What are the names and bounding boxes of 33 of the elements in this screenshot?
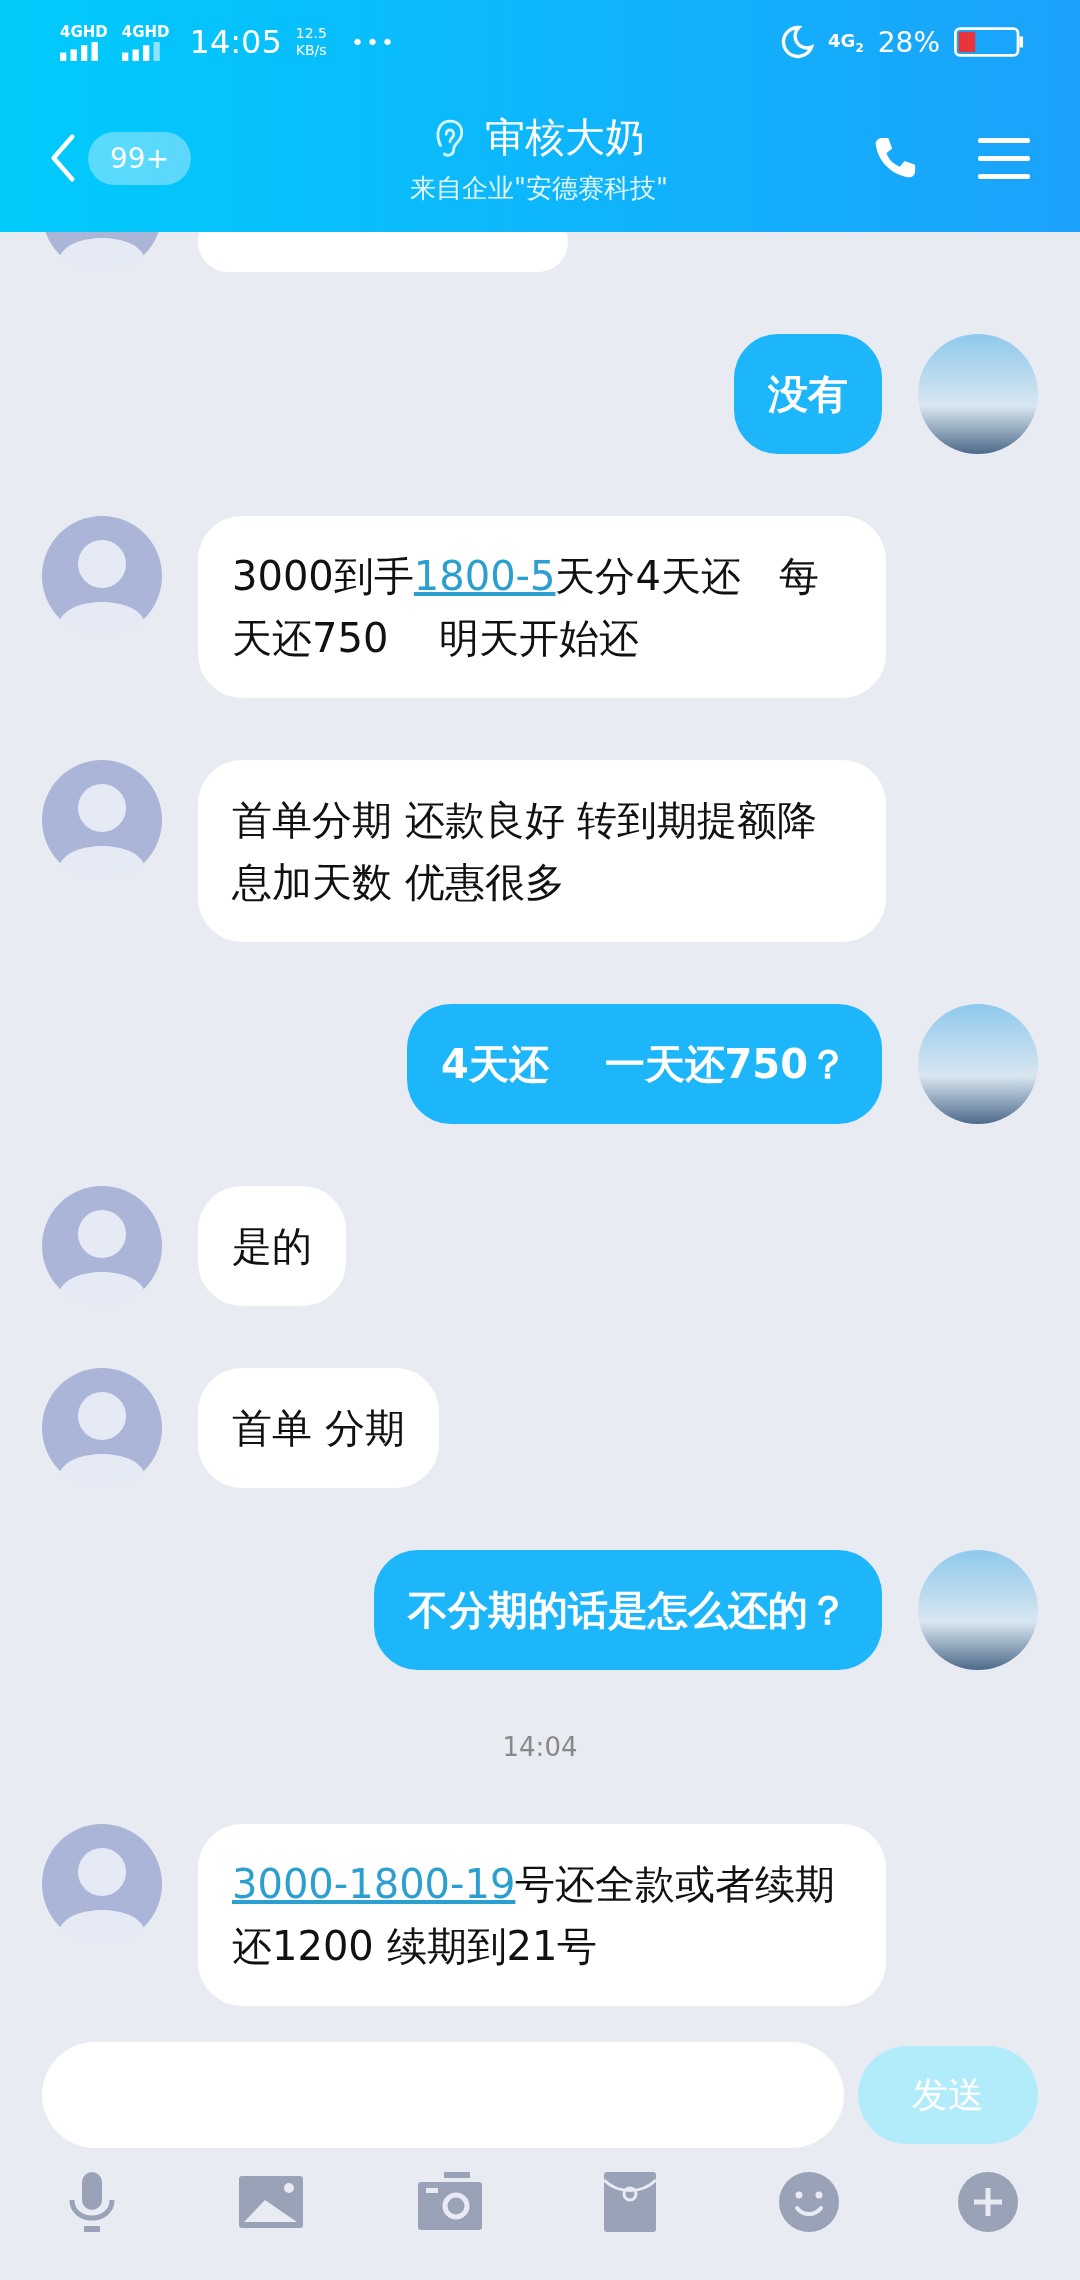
avatar-silhouette[interactable]: [42, 760, 162, 880]
menu-icon[interactable]: [978, 136, 1030, 180]
avatar-silhouette[interactable]: [42, 516, 162, 636]
moon-icon: [780, 25, 815, 59]
timestamp: 14:04: [502, 1732, 578, 1762]
avatar-silhouette[interactable]: [42, 1368, 162, 1488]
link[interactable]: 3000-1800-19: [232, 1861, 516, 1907]
message-bubble: 3000到手1800-5天分4天还 每天还750 明天开始还: [198, 516, 886, 698]
unread-count-badge[interactable]: 99+: [88, 131, 192, 185]
message-bubble: 3000-1800-19号还全款或者续期还1200 续期到21号: [198, 1824, 886, 2006]
avatar-silhouette[interactable]: [42, 1186, 162, 1306]
back-icon[interactable]: [48, 133, 76, 183]
more-dots: •••: [350, 29, 396, 55]
message-bubble: 不分期的话是怎么还的？: [374, 1550, 882, 1670]
chat-subtitle: 来自企业"安德赛科技": [410, 172, 668, 205]
link[interactable]: 1800-5: [413, 553, 556, 599]
clock: 14:05: [189, 23, 282, 61]
network-type: 4G$_{2}$: [828, 29, 864, 55]
battery-percent: 28%: [877, 25, 940, 59]
chat-title: 审核大奶: [485, 113, 645, 162]
plus-icon[interactable]: [955, 2170, 1020, 2234]
network-label: 4GHD: [121, 23, 170, 40]
smiley-icon[interactable]: [776, 2170, 841, 2234]
message-bubble: 首单 分期: [198, 1368, 439, 1488]
message-bubble: 没有: [734, 334, 882, 454]
speed-value: 12.5: [295, 25, 327, 42]
message-bubble: 4天还 一天还750？: [406, 1004, 882, 1124]
message-bubble: 是的: [198, 1186, 346, 1306]
battery-icon: [954, 27, 1024, 57]
avatar-silhouette[interactable]: [42, 1824, 162, 1944]
network-label: 4GHD: [60, 23, 108, 40]
message-bubble: 首单分期 还款良好 转到期提额降息加天数 优惠很多: [198, 760, 886, 942]
speed-unit: KB/s: [295, 42, 327, 59]
